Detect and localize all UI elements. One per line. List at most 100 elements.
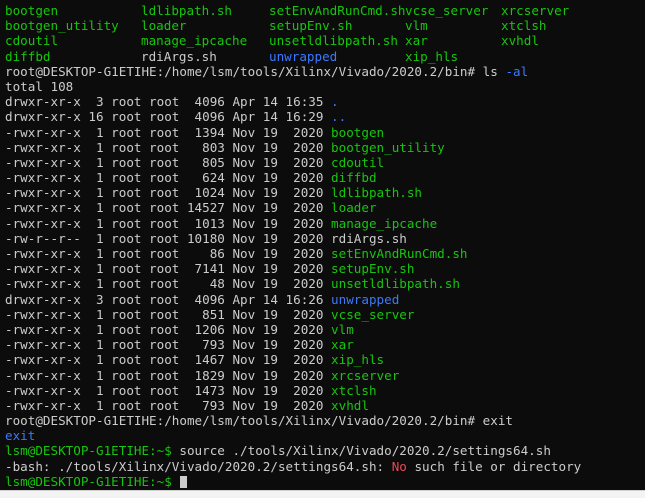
file-meta: -rwxr-xr-x 1 root root 851 Nov 19 2020 xyxy=(5,306,332,322)
file-entry: ldlibpath.sh xyxy=(141,3,232,18)
file-name: xip_hls xyxy=(331,352,385,368)
listing-row: -rwxr-xr-x 1 root root 1829 Nov 19 2020 … xyxy=(5,368,581,383)
prompt-line[interactable]: lsm@DESKTOP-G1ETIHE:~$ xyxy=(5,474,581,489)
file-meta: -rwxr-xr-x 1 root root 793 Nov 19 2020 xyxy=(5,397,332,413)
file-name: setupEnv.sh xyxy=(331,261,415,277)
file-meta: drwxr-xr-x 3 root root 4096 Apr 14 16:26 xyxy=(5,291,332,307)
listing-row: -rwxr-xr-x 1 root root 14527 Nov 19 2020… xyxy=(5,200,581,215)
exit-echo: exit xyxy=(5,428,581,443)
ls-grid-row: diffbd rdiArgs.sh unwrapped xip_hls xyxy=(5,49,581,64)
listing-row: -rwxr-xr-x 1 root root 1394 Nov 19 2020 … xyxy=(5,125,581,140)
listing-row: -rwxr-xr-x 1 root root 803 Nov 19 2020 b… xyxy=(5,140,581,155)
file-name: . xyxy=(331,94,339,110)
file-entry: diffbd xyxy=(5,48,51,64)
listing-row: -rwxr-xr-x 1 root root 1467 Nov 19 2020 … xyxy=(5,352,581,367)
file-meta: -rwxr-xr-x 1 root root 805 Nov 19 2020 xyxy=(5,154,332,170)
file-entry: vlm xyxy=(405,18,428,34)
file-name: vcse_server xyxy=(331,306,415,322)
error-no-word: No xyxy=(391,458,407,474)
file-meta: -rwxr-xr-x 1 root root 793 Nov 19 2020 xyxy=(5,337,332,353)
file-entry: cdoutil xyxy=(5,33,59,49)
command-flag: -al xyxy=(505,63,529,79)
total-line: total 108 xyxy=(5,78,74,94)
terminal-output: bootgen ldlibpath.sh setEnvAndRunCmd.sh … xyxy=(5,3,581,489)
file-meta: -rwxr-xr-x 1 root root 803 Nov 19 2020 xyxy=(5,139,332,155)
file-entry: rdiArgs.sh xyxy=(141,48,217,64)
listing-row: drwxr-xr-x 3 root root 4096 Apr 14 16:26… xyxy=(5,292,581,307)
user-prompt: lsm@DESKTOP-G1ETIHE:~$ xyxy=(5,473,172,489)
file-entry: vcse_server xyxy=(405,3,489,18)
file-name: ldlibpath.sh xyxy=(331,185,423,201)
listing-row: drwxr-xr-x 3 root root 4096 Apr 14 16:35… xyxy=(5,94,581,109)
exit-echo-text: exit xyxy=(5,428,36,444)
ls-grid-row: bootgen_utility loader setupEnv.sh vlm x… xyxy=(5,18,581,33)
listing-row: -rwxr-xr-x 1 root root 48 Nov 19 2020 un… xyxy=(5,276,581,291)
file-entry: loader xyxy=(141,18,187,34)
listing-row: -rwxr-xr-x 1 root root 793 Nov 19 2020 x… xyxy=(5,398,581,413)
file-meta: -rwxr-xr-x 1 root root 1467 Nov 19 2020 xyxy=(5,352,332,368)
file-meta: -rwxr-xr-x 1 root root 7141 Nov 19 2020 xyxy=(5,261,332,277)
file-meta: -rwxr-xr-x 1 root root 1394 Nov 19 2020 xyxy=(5,124,332,140)
file-meta: -rwxr-xr-x 1 root root 1013 Nov 19 2020 xyxy=(5,215,332,231)
file-meta: drwxr-xr-x 16 root root 4096 Apr 14 16:2… xyxy=(5,109,332,125)
listing-row: -rwxr-xr-x 1 root root 1013 Nov 19 2020 … xyxy=(5,216,581,231)
command-line: root@DESKTOP-G1ETIHE:/home/lsm/tools/Xil… xyxy=(5,64,581,79)
file-name: xar xyxy=(331,337,354,353)
file-entry: xar xyxy=(405,33,428,49)
shell-prompt: root@DESKTOP-G1ETIHE:/home/lsm/tools/Xil… xyxy=(5,63,476,79)
file-entry: unsetldlibpath.sh xyxy=(269,33,398,49)
command-text: source ./tools/Xilinx/Vivado/2020.2/sett… xyxy=(171,443,551,459)
file-meta: -rwxr-xr-x 1 root root 624 Nov 19 2020 xyxy=(5,170,332,186)
file-meta: -rwxr-xr-x 1 root root 14527 Nov 19 2020 xyxy=(5,200,332,216)
error-prefix: -bash: ./tools/Xilinx/Vivado/2020.2/sett… xyxy=(5,458,392,474)
file-name: .. xyxy=(331,109,347,125)
file-entry: bootgen xyxy=(5,3,59,18)
file-meta: -rwxr-xr-x 1 root root 1473 Nov 19 2020 xyxy=(5,382,332,398)
file-name: xtclsh xyxy=(331,382,377,398)
user-prompt: lsm@DESKTOP-G1ETIHE:~$ xyxy=(5,443,172,459)
listing-row: -rwxr-xr-x 1 root root 1206 Nov 19 2020 … xyxy=(5,322,581,337)
file-name: bootgen xyxy=(331,124,385,140)
error-line: -bash: ./tools/Xilinx/Vivado/2020.2/sett… xyxy=(5,459,581,474)
file-name: cdoutil xyxy=(331,154,385,170)
error-suffix: such file or directory xyxy=(406,458,582,474)
file-name: rdiArgs.sh xyxy=(331,230,407,246)
command-line: root@DESKTOP-G1ETIHE:/home/lsm/tools/Xil… xyxy=(5,413,581,428)
file-meta: -rwxr-xr-x 1 root root 86 Nov 19 2020 xyxy=(5,246,332,261)
file-entry: bootgen_utility xyxy=(5,18,119,34)
file-entry: setEnvAndRunCmd.sh xyxy=(269,3,406,18)
file-meta: -rwxr-xr-x 1 root root 1206 Nov 19 2020 xyxy=(5,321,332,337)
listing-row: -rwxr-xr-x 1 root root 1473 Nov 19 2020 … xyxy=(5,383,581,398)
terminal-window[interactable]: bootgen ldlibpath.sh setEnvAndRunCmd.sh … xyxy=(0,0,645,490)
file-name: vlm xyxy=(331,321,354,337)
file-name: loader xyxy=(331,200,377,216)
file-name: diffbd xyxy=(331,170,377,186)
file-entry: xvhdl xyxy=(501,33,539,49)
file-entry: setupEnv.sh xyxy=(269,18,353,34)
file-meta: -rwxr-xr-x 1 root root 48 Nov 19 2020 xyxy=(5,276,332,292)
listing-row: -rw-r--r-- 1 root root 10180 Nov 19 2020… xyxy=(5,231,581,246)
command-line: lsm@DESKTOP-G1ETIHE:~$ source ./tools/Xi… xyxy=(5,443,581,458)
file-entry: xip_hls xyxy=(405,48,459,64)
file-name: setEnvAndRunCmd.sh xyxy=(331,246,468,261)
listing-row: -rwxr-xr-x 1 root root 1024 Nov 19 2020 … xyxy=(5,185,581,200)
command-text: ls xyxy=(475,63,506,79)
file-name: xvhdl xyxy=(331,397,369,413)
listing-row: -rwxr-xr-x 1 root root 7141 Nov 19 2020 … xyxy=(5,261,581,276)
listing-row: drwxr-xr-x 16 root root 4096 Apr 14 16:2… xyxy=(5,109,581,124)
file-entry: unwrapped xyxy=(269,48,338,64)
file-name: bootgen_utility xyxy=(331,139,445,155)
file-name: unsetldlibpath.sh xyxy=(331,276,460,292)
file-entry: xrcserver xyxy=(501,3,570,18)
listing-row: -rwxr-xr-x 1 root root 624 Nov 19 2020 d… xyxy=(5,170,581,185)
file-name: manage_ipcache xyxy=(331,215,438,231)
file-meta: drwxr-xr-x 3 root root 4096 Apr 14 16:35 xyxy=(5,94,332,110)
command-text: exit xyxy=(475,413,514,429)
listing-row: -rwxr-xr-x 1 root root 805 Nov 19 2020 c… xyxy=(5,155,581,170)
file-entry: manage_ipcache xyxy=(141,33,248,49)
long-listing: drwxr-xr-x 3 root root 4096 Apr 14 16:35… xyxy=(5,94,581,413)
file-meta: -rw-r--r-- 1 root root 10180 Nov 19 2020 xyxy=(5,230,332,246)
ls-grid-row: bootgen ldlibpath.sh setEnvAndRunCmd.sh … xyxy=(5,3,581,18)
ls-grid-row: cdoutil manage_ipcache unsetldlibpath.sh… xyxy=(5,33,581,48)
file-name: unwrapped xyxy=(331,291,400,307)
